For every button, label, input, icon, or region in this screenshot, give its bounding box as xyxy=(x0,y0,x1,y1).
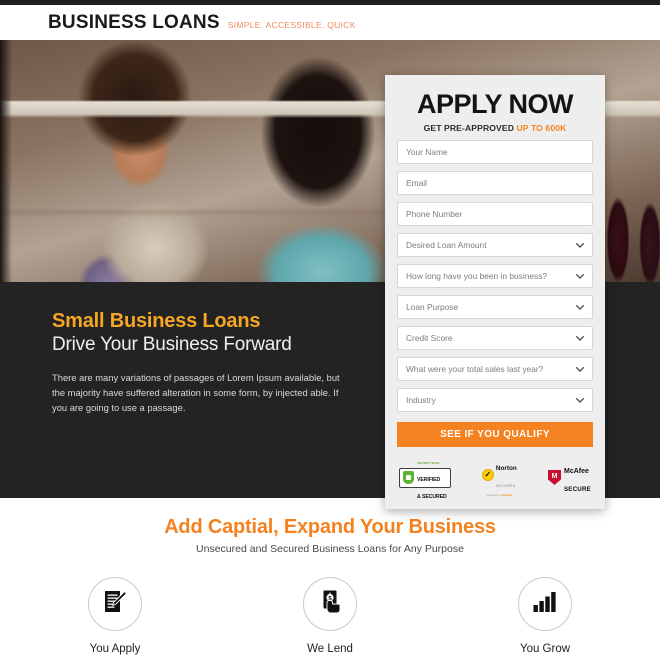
verified-badge-line1: VERIFIED xyxy=(417,477,441,484)
chevron-down-icon xyxy=(576,395,584,405)
step-label: You Grow xyxy=(519,643,571,655)
chevron-down-icon xyxy=(576,271,584,281)
step-we-lend[interactable]: $ We Lend xyxy=(282,577,378,655)
chevron-down-icon xyxy=(576,240,584,250)
email-field[interactable]: Email xyxy=(397,171,593,195)
benefits-title: Add Captial, Expand Your Business xyxy=(164,516,496,538)
step-label: You Apply xyxy=(89,643,141,655)
apply-now-form-panel: APPLY NOW GET PRE-APPROVED UP TO 600K Yo… xyxy=(385,75,605,510)
step-icon-circle xyxy=(518,577,572,631)
norton-secured-badge: ✓ Norton SECURED powered by verisign xyxy=(481,458,517,498)
credit-score-select[interactable]: Credit Score xyxy=(397,326,593,350)
benefits-steps: You Apply $ We Lend You Grow xyxy=(0,577,660,655)
form-title: APPLY NOW xyxy=(416,89,574,119)
site-header: BUSINESS LOANS SIMPLE. ACCESSIBLE. QUICK xyxy=(0,5,660,40)
trust-badges: SECURITY SCAN VERIFIED & SECURED ✓ Norto… xyxy=(397,458,593,500)
pitch-body-text: There are many variations of passages of… xyxy=(52,372,340,414)
form-subtitle-highlight: UP TO 600K xyxy=(516,123,567,133)
step-label: We Lend xyxy=(307,643,353,655)
verified-secured-badge: SECURITY SCAN VERIFIED & SECURED xyxy=(399,462,451,500)
document-pencil-icon xyxy=(101,588,129,621)
hero-left-vignette xyxy=(0,40,12,282)
select-value: What were your total sales last year? xyxy=(406,364,544,374)
time-in-business-select[interactable]: How long have you been in business? xyxy=(397,264,593,288)
select-value: Industry xyxy=(406,395,436,405)
mcafee-shield-icon: M xyxy=(547,470,561,486)
industry-select[interactable]: Industry xyxy=(397,388,593,412)
form-subtitle: GET PRE-APPROVED UP TO 600K xyxy=(397,123,593,133)
select-value: Desired Loan Amount xyxy=(406,240,487,250)
verified-badge-top: SECURITY SCAN xyxy=(417,461,440,466)
step-icon-circle xyxy=(88,577,142,631)
norton-badge-name: Norton xyxy=(495,465,517,472)
your-name-field[interactable]: Your Name xyxy=(397,140,593,164)
bar-chart-icon xyxy=(531,589,559,620)
chevron-down-icon xyxy=(576,333,584,343)
hand-cash-icon: $ xyxy=(316,588,344,621)
benefits-section: Add Captial, Expand Your Business Unsecu… xyxy=(0,498,660,660)
phone-number-field[interactable]: Phone Number xyxy=(397,202,593,226)
mcafee-secure-badge: M McAfee SECURE xyxy=(547,460,591,495)
norton-badge-powered: powered by verisign xyxy=(486,493,513,498)
logo-tagline: SIMPLE. ACCESSIBLE. QUICK xyxy=(227,19,356,30)
shield-icon xyxy=(403,471,414,485)
verified-badge-line2: & SECURED xyxy=(417,493,447,500)
loan-purpose-select[interactable]: Loan Purpose xyxy=(397,295,593,319)
select-value: How long have you been in business? xyxy=(406,271,548,281)
mcafee-badge-line1: McAfee xyxy=(563,468,589,476)
chevron-down-icon xyxy=(576,302,584,312)
norton-badge-sub: SECURED xyxy=(495,483,516,488)
select-value: Loan Purpose xyxy=(406,302,459,312)
desired-loan-amount-select[interactable]: Desired Loan Amount xyxy=(397,233,593,257)
select-value: Credit Score xyxy=(406,333,453,343)
chevron-down-icon xyxy=(576,364,584,374)
step-icon-circle: $ xyxy=(303,577,357,631)
benefits-subtitle: Unsecured and Secured Business Loans for… xyxy=(196,543,464,555)
step-you-grow[interactable]: You Grow xyxy=(497,577,593,655)
form-subtitle-prefix: GET PRE-APPROVED xyxy=(423,123,517,133)
logo-text[interactable]: BUSINESS LOANS xyxy=(48,12,220,34)
total-sales-select[interactable]: What were your total sales last year? xyxy=(397,357,593,381)
see-if-you-qualify-button[interactable]: SEE IF YOU QUALIFY xyxy=(397,422,593,447)
step-you-apply[interactable]: You Apply xyxy=(67,577,163,655)
checkmark-icon: ✓ xyxy=(481,468,494,481)
mcafee-badge-line2: SECURE xyxy=(563,485,591,493)
